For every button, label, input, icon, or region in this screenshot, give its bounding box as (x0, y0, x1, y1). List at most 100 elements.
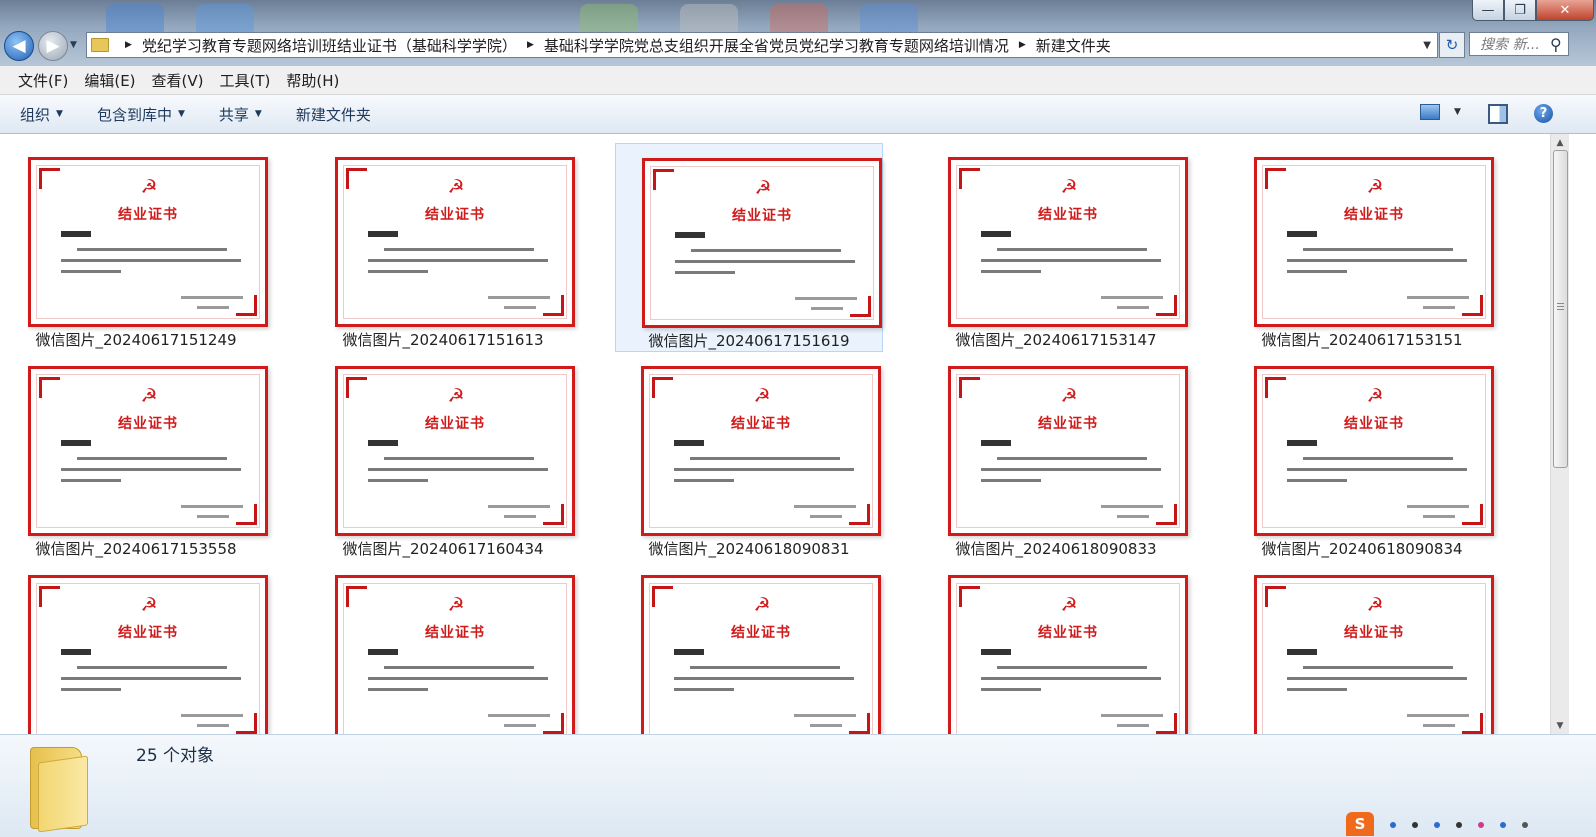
certificate-title: 结业证书 (1038, 416, 1098, 432)
file-item[interactable]: ☭ 结业证书 微信图片_20240618090833 (922, 352, 1190, 561)
file-name[interactable]: 微信图片_20240617151619 (616, 330, 882, 351)
certificate-thumbnail: ☭ 结业证书 (1254, 157, 1494, 327)
certificate-title: 结业证书 (425, 625, 485, 641)
file-name[interactable]: 微信图片_20240617153151 (1228, 329, 1496, 350)
certificate-text-line (1287, 688, 1347, 691)
scroll-up-arrow-icon[interactable]: ▲ (1551, 134, 1569, 151)
file-item[interactable]: ☭ 结业证书 微信图片_20240617151249 (2, 143, 270, 352)
help-button[interactable]: ? (1534, 104, 1553, 123)
certificate-issuer-line (794, 714, 856, 717)
file-item[interactable]: ☭ 结业证书 (2, 561, 270, 734)
certificate-recipient (61, 649, 91, 655)
scroll-down-arrow-icon[interactable]: ▼ (1551, 717, 1569, 734)
file-name[interactable]: 微信图片_20240617160434 (309, 538, 577, 559)
certificate-text-line (675, 271, 735, 274)
file-name[interactable]: 微信图片_20240618090831 (615, 538, 883, 559)
certificate-text-line (368, 688, 428, 691)
tray-status-icon[interactable] (1478, 822, 1484, 828)
change-view-button[interactable]: ▦ ▼ (1420, 104, 1461, 120)
menu-tools[interactable]: 工具(T) (220, 70, 271, 91)
tray-status-icon[interactable] (1412, 822, 1418, 828)
ime-icon[interactable]: S (1346, 812, 1374, 836)
certificate-text-line (1287, 468, 1467, 471)
certificate-issuer-line (1101, 505, 1163, 508)
include-in-library-button[interactable]: 包含到库中 ▼ (97, 104, 185, 125)
certificate-date-line (1423, 306, 1455, 309)
tray-status-icon[interactable] (1522, 822, 1528, 828)
file-item[interactable]: ☭ 结业证书 (1228, 561, 1496, 734)
address-dropdown-icon[interactable]: ▼ (1423, 40, 1431, 51)
party-emblem-icon: ☭ (140, 385, 158, 407)
certificate-date-line (504, 724, 536, 727)
file-item[interactable]: ☭ 结业证书 微信图片_20240618090831 (615, 352, 883, 561)
chevron-right-icon[interactable]: ▶ (527, 40, 534, 50)
scrollbar-thumb[interactable] (1553, 150, 1568, 468)
certificate-text-line (690, 457, 840, 460)
file-item[interactable]: ☭ 结业证书 微信图片_20240617153151 (1228, 143, 1496, 352)
certificate-thumbnail: ☭ 结业证书 (28, 366, 268, 536)
minimize-button[interactable]: — (1472, 0, 1504, 21)
certificate-issuer-line (795, 297, 857, 300)
menu-file[interactable]: 文件(F) (18, 70, 68, 91)
maximize-button[interactable]: ❐ (1504, 0, 1536, 21)
breadcrumb-item[interactable]: 基础科学学院党总支组织开展全省党员党纪学习教育专题网络培训情况 (544, 35, 1009, 56)
party-emblem-icon: ☭ (1366, 176, 1384, 198)
refresh-button[interactable]: ↻ (1439, 32, 1465, 58)
file-name[interactable]: 微信图片_20240617151249 (2, 329, 270, 350)
new-folder-button[interactable]: 新建文件夹 (296, 104, 371, 125)
certificate-text-line (368, 677, 548, 680)
file-item[interactable]: ☭ 结业证书 (922, 561, 1190, 734)
certificate-text-line (981, 468, 1161, 471)
menu-help[interactable]: 帮助(H) (286, 70, 339, 91)
file-name[interactable]: 微信图片_20240617153147 (922, 329, 1190, 350)
command-bar: 组织 ▼ 包含到库中 ▼ 共享 ▼ 新建文件夹 (0, 95, 1596, 134)
certificate-title: 结业证书 (425, 416, 485, 432)
preview-pane-button[interactable]: ▯ (1488, 104, 1508, 124)
file-item[interactable]: ☭ 结业证书 微信图片_20240618090834 (1228, 352, 1496, 561)
menu-view[interactable]: 查看(V) (152, 70, 204, 91)
tray-status-icon[interactable] (1456, 822, 1462, 828)
tray-status-icon[interactable] (1434, 822, 1440, 828)
address-bar[interactable]: ▶ 党纪学习教育专题网络培训班结业证书（基础科学学院） ▶ 基础科学学院党总支组… (86, 32, 1438, 58)
file-item[interactable]: ☭ 结业证书 (309, 561, 577, 734)
share-button[interactable]: 共享 ▼ (219, 104, 262, 125)
file-item[interactable]: ☭ 结业证书 微信图片_20240617153147 (922, 143, 1190, 352)
file-item[interactable]: ☭ 结业证书 微信图片_20240617151613 (309, 143, 577, 352)
breadcrumb-item[interactable]: 党纪学习教育专题网络培训班结业证书（基础科学学院） (142, 35, 517, 56)
chevron-right-icon[interactable]: ▶ (125, 40, 132, 50)
party-emblem-icon: ☭ (447, 176, 465, 198)
system-tray: S (1346, 806, 1528, 836)
back-button[interactable]: ◀ (4, 31, 34, 61)
certificate-text-line (981, 688, 1041, 691)
certificate-date-line (504, 515, 536, 518)
forward-button[interactable]: ▶ (38, 31, 68, 61)
file-name[interactable]: 微信图片_20240618090834 (1228, 538, 1496, 559)
menu-edit[interactable]: 编辑(E) (84, 70, 135, 91)
breadcrumb-item[interactable]: 新建文件夹 (1036, 35, 1111, 56)
file-item[interactable]: ☭ 结业证书 微信图片_20240617151619 (615, 143, 883, 352)
vertical-scrollbar[interactable]: ▲ ▼ (1550, 134, 1569, 734)
file-name[interactable]: 微信图片_20240618090833 (922, 538, 1190, 559)
file-item[interactable]: ☭ 结业证书 微信图片_20240617153558 (2, 352, 270, 561)
tray-status-icon[interactable] (1500, 822, 1506, 828)
search-icon[interactable]: ⚲ (1550, 35, 1562, 54)
file-name[interactable]: 微信图片_20240617153558 (2, 538, 270, 559)
tray-status-icon[interactable] (1390, 822, 1396, 828)
file-item[interactable]: ☭ 结业证书 (615, 561, 883, 734)
certificate-text-line (997, 248, 1147, 251)
certificate-text-line (1287, 259, 1467, 262)
certificate-thumbnail: ☭ 结业证书 (948, 575, 1188, 734)
recent-pages-dropdown[interactable]: ▼ (70, 40, 77, 50)
file-item[interactable]: ☭ 结业证书 微信图片_20240617160434 (309, 352, 577, 561)
back-arrow-icon: ◀ (12, 36, 26, 56)
organize-button[interactable]: 组织 ▼ (20, 104, 63, 125)
close-button[interactable]: ✕ (1536, 0, 1594, 21)
chevron-down-icon[interactable]: ▼ (1454, 107, 1461, 117)
file-name[interactable]: 微信图片_20240617151613 (309, 329, 577, 350)
chevron-right-icon[interactable]: ▶ (1019, 40, 1026, 50)
certificate-date-line (1117, 306, 1149, 309)
certificate-recipient (1287, 231, 1317, 237)
certificate-text-line (674, 688, 734, 691)
chevron-down-icon: ▼ (177, 109, 185, 119)
certificate-title: 结业证书 (1344, 625, 1404, 641)
